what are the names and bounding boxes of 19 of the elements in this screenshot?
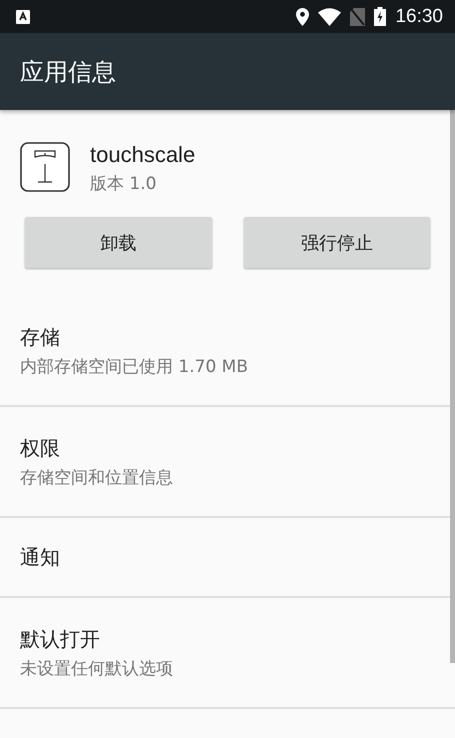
uninstall-button[interactable]: 卸载 [25, 217, 212, 268]
scale-icon [20, 142, 70, 192]
setting-title[interactable]: 存储 [20, 322, 435, 350]
force-stop-button[interactable]: 强行停止 [244, 217, 430, 268]
setting-summary: 内部存储空间已使用 1.70 MB [20, 356, 249, 378]
setting-summary: 未设置任何默认选项 [20, 658, 174, 680]
battery-charging-icon [374, 7, 386, 26]
setting-title[interactable]: 权限 [20, 434, 435, 462]
notification-icon [16, 10, 30, 24]
setting-summary: 存储空间和位置信息 [20, 466, 174, 490]
clock-time: 16:30 [395, 6, 443, 28]
setting-title[interactable]: 通知 [20, 543, 435, 571]
screen-title: 应用信息 [20, 56, 116, 88]
no-sim-icon [350, 8, 366, 26]
app-name: touchscale [90, 141, 196, 169]
wifi-icon [318, 8, 342, 26]
app-version: 版本 1.0 [90, 173, 158, 196]
setting-title[interactable]: 默认打开 [20, 624, 435, 652]
location-icon [296, 8, 310, 26]
